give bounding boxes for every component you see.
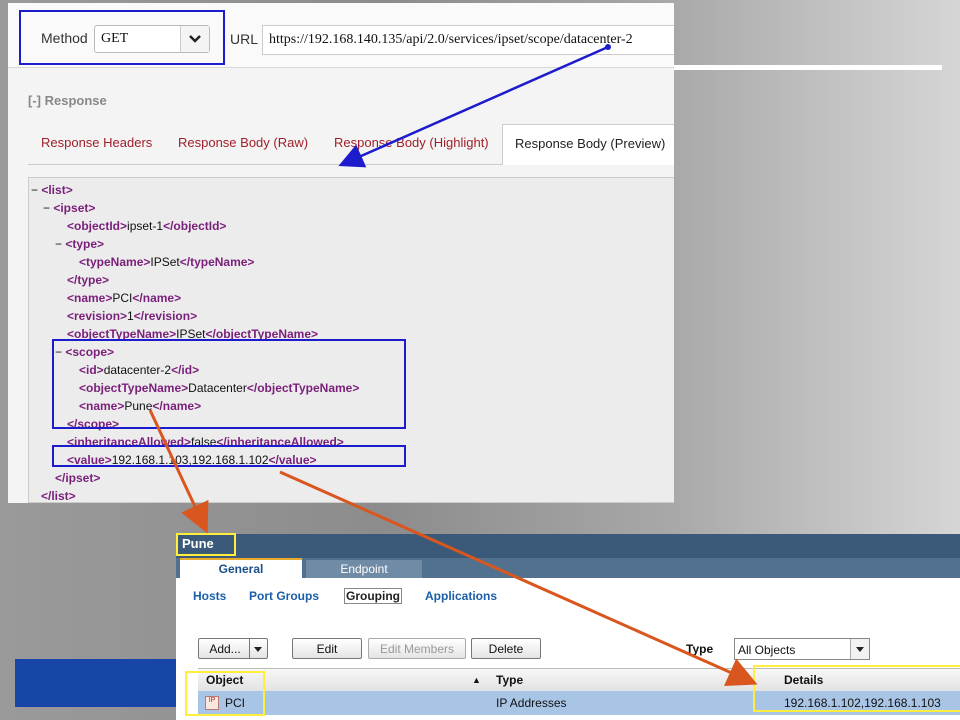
value-highlight-box [52, 445, 406, 467]
xml-tag: <ipset> [53, 201, 96, 215]
chevron-down-icon[interactable] [249, 639, 267, 658]
xml-tag: </objectId> [163, 219, 227, 233]
tab-response-body-raw[interactable]: Response Body (Raw) [178, 124, 308, 164]
xml-line: − <list> [31, 181, 73, 199]
xml-text: 1 [127, 309, 134, 323]
background-bar [15, 659, 195, 707]
link-applications[interactable]: Applications [425, 589, 497, 603]
xml-text: IPSet [150, 255, 180, 269]
xml-line: <name>PCI</name> [67, 289, 181, 307]
method-highlight-box [19, 10, 225, 65]
url-value: https://192.168.140.135/api/2.0/services… [269, 32, 633, 47]
xml-tag: </list> [41, 489, 76, 503]
link-hosts[interactable]: Hosts [193, 589, 226, 603]
xml-tag: <list> [41, 183, 73, 197]
type-filter-label: Type [686, 642, 714, 656]
xml-tag: </type> [67, 273, 110, 287]
url-label: URL [230, 31, 259, 47]
details-highlight-box [753, 665, 960, 712]
edit-members-button[interactable]: Edit Members [368, 638, 466, 659]
xml-text: − [55, 237, 66, 251]
cell-type: IP Addresses [496, 696, 567, 710]
xml-text: PCI [112, 291, 133, 305]
xml-tag: </typeName> [179, 255, 255, 269]
xml-tag: </revision> [133, 309, 198, 323]
tab-general[interactable]: General [180, 558, 302, 580]
edit-button[interactable]: Edit [292, 638, 362, 659]
title-highlight-box [176, 533, 236, 556]
tab-response-body-highlight[interactable]: Response Body (Highlight) [334, 124, 489, 164]
tab-response-body-preview[interactable]: Response Body (Preview) [502, 124, 674, 165]
url-input[interactable]: https://192.168.140.135/api/2.0/services… [262, 25, 674, 55]
scope-highlight-box [52, 339, 406, 429]
add-button[interactable]: Add... [198, 638, 268, 659]
xml-line: − <type> [55, 235, 104, 253]
xml-tag: <objectId> [67, 219, 128, 233]
response-tabs: Response Headers Response Body (Raw) Res… [28, 124, 674, 165]
divider-line [674, 65, 942, 70]
xml-tag: <name> [67, 291, 113, 305]
xml-tag: <typeName> [79, 255, 151, 269]
xml-line: </type> [67, 271, 109, 289]
link-grouping[interactable]: Grouping [344, 588, 402, 604]
xml-line: <typeName>IPSet</typeName> [79, 253, 254, 271]
xml-line: </ipset> [55, 469, 100, 487]
xml-text: − [43, 201, 54, 215]
xml-line: − <ipset> [43, 199, 95, 217]
xml-tag: <revision> [67, 309, 128, 323]
panel-tabs: General Endpoint [176, 558, 960, 580]
link-port-groups[interactable]: Port Groups [249, 589, 319, 603]
sort-ascending-icon[interactable]: ▲ [472, 675, 481, 685]
xml-tag: <type> [65, 237, 105, 251]
object-highlight-box [185, 671, 265, 716]
type-filter-select[interactable]: All Objects [734, 638, 870, 660]
object-header: Pune [176, 534, 960, 558]
tab-endpoint[interactable]: Endpoint [306, 560, 422, 578]
xml-text: − [31, 183, 42, 197]
column-header-type[interactable]: Type [496, 673, 523, 687]
tab-response-headers[interactable]: Response Headers [41, 124, 152, 164]
response-section-toggle[interactable]: [-] Response [28, 93, 107, 108]
type-filter-value: All Objects [738, 643, 796, 657]
xml-line: <objectId>ipset-1</objectId> [67, 217, 226, 235]
xml-tag: </ipset> [55, 471, 101, 485]
xml-tag: </name> [132, 291, 182, 305]
add-button-label: Add... [209, 642, 241, 656]
xml-line: </list> [41, 487, 76, 503]
chevron-down-icon[interactable] [850, 639, 869, 659]
xml-line: <revision>1</revision> [67, 307, 197, 325]
xml-text: ipset-1 [127, 219, 164, 233]
delete-button[interactable]: Delete [471, 638, 541, 659]
